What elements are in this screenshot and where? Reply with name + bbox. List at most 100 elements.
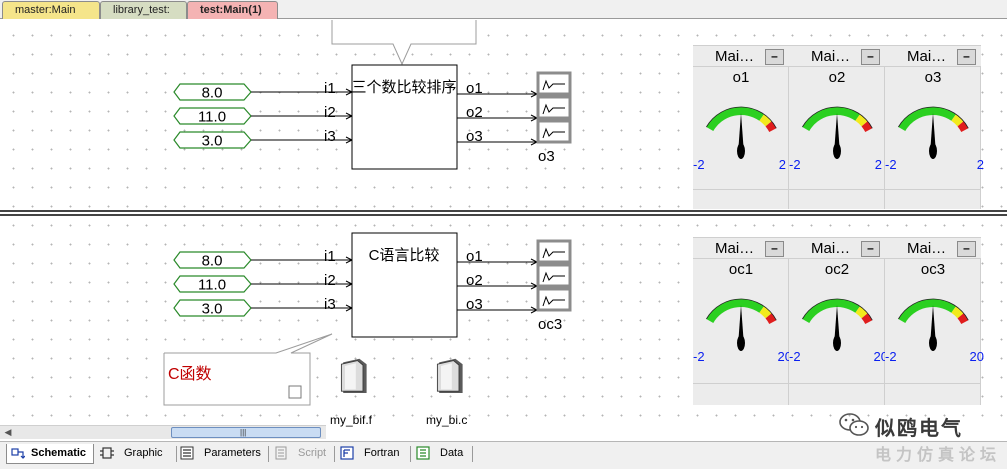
comment-text: C函数 (168, 366, 212, 383)
port-label-i2: i2 (324, 104, 336, 121)
comment-checkbox[interactable] (288, 385, 302, 399)
output-channel-icon-3[interactable] (536, 119, 572, 144)
data-icon (416, 446, 430, 460)
gauge-icon (706, 298, 777, 351)
meter-minimize-button[interactable]: – (765, 241, 784, 257)
tab-script[interactable]: Script (274, 444, 330, 464)
port-label-i3: i3 (324, 128, 336, 145)
output-channel-icon-3[interactable] (536, 287, 572, 312)
gauge-band (898, 107, 956, 132)
meter-title: Mai… (907, 48, 947, 65)
meter-footer (885, 383, 981, 384)
gauge-band (855, 114, 868, 127)
gauge-icon (802, 106, 873, 159)
meter-header: Mai… – (789, 45, 885, 67)
fortran-file-icon[interactable] (338, 357, 370, 393)
constant-value: 3.0 (202, 133, 223, 150)
tab-separator (472, 446, 473, 462)
tab-label: Script (298, 447, 327, 459)
gauge-needle (930, 305, 936, 339)
file-label-1: my_bif.f (330, 413, 373, 427)
meter-min-value: -2 (885, 349, 897, 364)
gauge-icon (706, 106, 777, 159)
output-channel-icon-2[interactable] (536, 263, 572, 288)
gauge-band (759, 114, 772, 127)
meter-panel-oc1[interactable]: Mai… – oc1 -2 20 (693, 237, 792, 405)
output-label-3: oc3 (538, 316, 562, 333)
tab-graphic[interactable]: Graphic (100, 444, 170, 464)
gauge-band (861, 313, 873, 325)
constant-input-2[interactable]: 11.0 (173, 275, 252, 294)
gauge-hub (737, 143, 745, 159)
tab-label: Schematic (31, 447, 87, 459)
constant-input-2[interactable]: 11.0 (173, 107, 252, 126)
meter-min-value: -2 (885, 157, 897, 172)
meter-header: Mai… – (693, 237, 789, 259)
scrollbar-thumb[interactable]: ||| (171, 427, 321, 438)
gauge-band (855, 306, 868, 319)
c-file-icon[interactable] (434, 357, 466, 393)
meter-panel-o3[interactable]: Mai… – o3 -2 2 (885, 45, 984, 209)
output-channel-icon-1[interactable] (536, 239, 572, 264)
wire-i1 (251, 88, 354, 96)
meter-min-value: -2 (789, 349, 801, 364)
meter-panel-o2[interactable]: Mai… – o2 -2 2 (789, 45, 885, 209)
meter-minimize-button[interactable]: – (765, 49, 784, 65)
port-label-i3: i3 (324, 296, 336, 313)
meter-footer (693, 383, 789, 384)
constant-input-1[interactable]: 8.0 (173, 251, 252, 270)
meter-minimize-button[interactable]: – (957, 49, 976, 65)
constant-value: 3.0 (202, 301, 223, 318)
wire-i2 (251, 112, 354, 120)
meter-panel-oc2[interactable]: Mai… – oc2 -2 20 (789, 237, 888, 405)
meter-min-value: -2 (789, 157, 801, 172)
gauge-hub (833, 143, 841, 159)
meter-signal-name: oc3 (920, 261, 946, 278)
constant-input-3[interactable]: 3.0 (173, 299, 252, 318)
gauge-needle (834, 113, 840, 147)
gauge-needle (834, 305, 840, 339)
gauge-band (759, 306, 772, 319)
output-channel-icon-2[interactable] (536, 95, 572, 120)
circuit-2: 8.0 11.0 3.0 C语言比较 i1 i2 i3 o1 o2 o3 oc3 (173, 232, 572, 338)
meter-minimize-button[interactable]: – (861, 241, 880, 257)
constant-value: 11.0 (198, 277, 226, 294)
wire-i3 (251, 136, 354, 144)
meter-footer (693, 189, 789, 190)
meter-header: Mai… – (789, 237, 885, 259)
scroll-left-arrow-icon[interactable]: ◀ (2, 427, 14, 438)
tab-schematic[interactable]: Schematic (6, 444, 94, 464)
constant-value: 8.0 (202, 253, 223, 270)
meter-panel-oc3[interactable]: Mai… – oc3 -2 20 (885, 237, 984, 405)
tab-fortran[interactable]: Fortran (340, 444, 406, 464)
gauge-hub (737, 335, 745, 351)
tab-separator (410, 446, 411, 462)
meter-max-value: 20 (969, 349, 984, 364)
gauge-band (957, 121, 969, 133)
tab-data[interactable]: Data (416, 444, 468, 464)
output-channel-icon-1[interactable] (536, 71, 572, 96)
meter-minimize-button[interactable]: – (861, 49, 880, 65)
gauge-band (706, 299, 764, 324)
gauge-icon (802, 298, 873, 351)
gauge-band (898, 299, 956, 324)
port-label-i1: i1 (324, 80, 336, 97)
graphic-icon (100, 447, 114, 459)
tab-label: Data (440, 447, 464, 459)
meter-min-value: -2 (693, 349, 705, 364)
tab-separator (176, 446, 177, 462)
constant-input-3[interactable]: 3.0 (173, 131, 252, 150)
constant-input-1[interactable]: 8.0 (173, 83, 252, 102)
schematic-icon (11, 448, 25, 459)
horizontal-scrollbar[interactable]: ◀ ||| (0, 425, 326, 439)
tab-parameters[interactable]: Parameters (180, 444, 266, 464)
port-label-i1: i1 (324, 248, 336, 265)
port-label-i2: i2 (324, 272, 336, 289)
block-title: 三个数比较排序 (351, 78, 456, 96)
meter-minimize-button[interactable]: – (957, 241, 976, 257)
gauge-band (861, 121, 873, 133)
wire-i3 (251, 304, 354, 312)
meter-panel-o1[interactable]: Mai… – o1 -2 2 (693, 45, 789, 209)
meter-title: Mai… (907, 240, 947, 257)
meter-max-value: 2 (778, 157, 786, 172)
